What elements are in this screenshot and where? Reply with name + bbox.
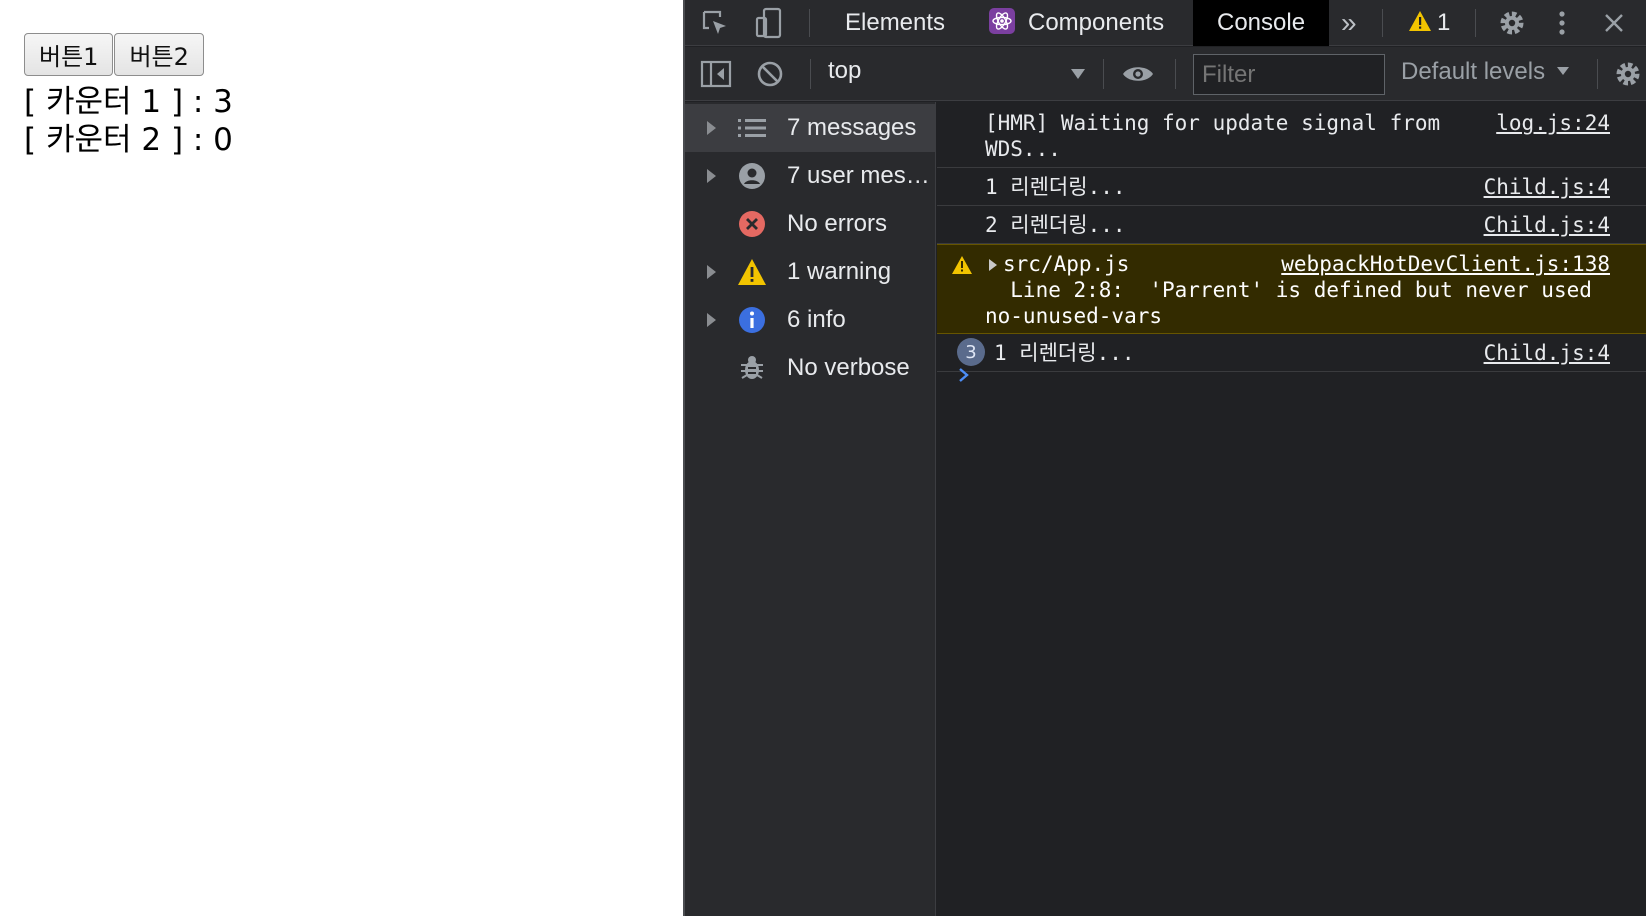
- more-tabs-button[interactable]: »: [1341, 0, 1357, 46]
- inspect-element-icon[interactable]: [698, 6, 732, 40]
- toolbar-divider-4: [1597, 59, 1598, 89]
- devtools-panel: Elements Components Console » 1 top Filt…: [683, 0, 1646, 916]
- expand-arrow-icon[interactable]: [707, 313, 716, 327]
- message-text: 2 리렌더링...: [985, 213, 1126, 237]
- sidebar-item-label: 7 user mes…: [787, 162, 930, 189]
- app-page: 버튼1 버튼2 [ 카운터 1 ] : 3 [ 카운터 2 ] : 0: [0, 0, 683, 916]
- sidebar-item-warnings[interactable]: 1 warning: [685, 248, 935, 296]
- filter-field[interactable]: [1193, 54, 1385, 95]
- tabbar-divider-3: [1475, 9, 1476, 37]
- context-dropdown-icon[interactable]: [1061, 57, 1095, 91]
- console-warning-message: src/App.js Line 2:8: 'Parrent' is define…: [937, 244, 1646, 334]
- sidebar-item-verbose[interactable]: No verbose: [685, 344, 935, 392]
- message-text: 1 리렌더링...: [985, 175, 1126, 199]
- sidebar-item-label: 7 messages: [787, 114, 917, 141]
- sidebar-item-errors[interactable]: No errors: [685, 200, 935, 248]
- log-levels-dropdown[interactable]: Default levels: [1401, 58, 1545, 86]
- message-text: 1 리렌더링...: [994, 341, 1135, 365]
- warning-count[interactable]: 1: [1437, 0, 1450, 46]
- tab-elements[interactable]: Elements: [845, 0, 945, 46]
- tabbar-divider-2: [1382, 9, 1383, 37]
- console-output: [HMR] Waiting for update signal from WDS…: [937, 102, 1646, 916]
- error-icon: [737, 209, 767, 239]
- warning-icon: [951, 255, 973, 280]
- message-source-link[interactable]: Child.js:4: [1484, 212, 1610, 238]
- console-message: [HMR] Waiting for update signal from WDS…: [937, 102, 1646, 168]
- message-source-link[interactable]: log.js:24: [1496, 110, 1610, 136]
- info-icon: [737, 305, 767, 335]
- device-toolbar-icon[interactable]: [752, 6, 786, 40]
- console-message: 3 1 리렌더링... Child.js:4: [937, 334, 1646, 372]
- list-icon: [737, 113, 767, 143]
- repeat-count-badge: 3: [957, 338, 985, 366]
- sidebar-item-label: No verbose: [787, 354, 910, 381]
- clear-console-icon[interactable]: [753, 57, 787, 91]
- settings-gear-icon[interactable]: [1495, 6, 1529, 40]
- sidebar-toggle-icon[interactable]: [699, 57, 733, 91]
- expand-arrow-icon[interactable]: [707, 121, 716, 135]
- sidebar-item-label: 6 info: [787, 306, 846, 333]
- message-source-link[interactable]: Child.js:4: [1484, 340, 1610, 366]
- sidebar-item-label: No errors: [787, 210, 888, 237]
- button-1[interactable]: 버튼1: [24, 33, 114, 76]
- console-message: 2 리렌더링... Child.js:4: [937, 206, 1646, 244]
- bug-icon: [737, 353, 767, 383]
- message-text: [HMR] Waiting for update signal from WDS…: [985, 111, 1441, 161]
- live-expression-eye-icon[interactable]: [1121, 57, 1155, 91]
- warning-icon: [737, 257, 767, 287]
- filter-input[interactable]: [1194, 55, 1384, 94]
- tabbar-divider: [809, 9, 810, 37]
- more-options-icon[interactable]: [1545, 6, 1579, 40]
- counter-2-text: [ 카운터 2 ] : 0: [24, 122, 233, 158]
- expand-arrow-icon[interactable]: [707, 169, 716, 183]
- sidebar-item-info[interactable]: 6 info: [685, 296, 935, 344]
- console-settings-gear-icon[interactable]: [1611, 57, 1645, 91]
- levels-dropdown-icon[interactable]: [1553, 59, 1573, 83]
- user-icon: [737, 161, 767, 191]
- button-row: 버튼1 버튼2: [24, 33, 205, 76]
- console-prompt-icon[interactable]: [957, 364, 971, 389]
- toolbar-divider: [810, 59, 811, 89]
- console-toolbar: top Default levels: [685, 47, 1646, 101]
- tab-console[interactable]: Console: [1193, 0, 1330, 46]
- message-source-link[interactable]: Child.js:4: [1484, 174, 1610, 200]
- sidebar-item-label: 1 warning: [787, 258, 892, 285]
- message-source-link[interactable]: webpackHotDevClient.js:138: [1281, 251, 1610, 277]
- warning-badge-icon[interactable]: [1407, 8, 1433, 34]
- toolbar-divider-2: [1103, 59, 1104, 89]
- devtools-tabbar: Elements Components Console » 1: [685, 0, 1646, 46]
- console-sidebar: 7 messages 7 user mes… No errors 1 warni…: [685, 102, 936, 916]
- console-message: 1 리렌더링... Child.js:4: [937, 168, 1646, 206]
- context-selector[interactable]: top: [828, 57, 861, 85]
- sidebar-item-messages[interactable]: 7 messages: [685, 104, 935, 152]
- react-components-icon: [988, 7, 1016, 35]
- tab-components[interactable]: Components: [1028, 0, 1164, 46]
- button-2[interactable]: 버튼2: [114, 33, 204, 76]
- sidebar-item-user-messages[interactable]: 7 user mes…: [685, 152, 935, 200]
- toolbar-divider-3: [1175, 59, 1176, 89]
- close-icon[interactable]: [1597, 6, 1631, 40]
- expand-arrow-icon[interactable]: [707, 265, 716, 279]
